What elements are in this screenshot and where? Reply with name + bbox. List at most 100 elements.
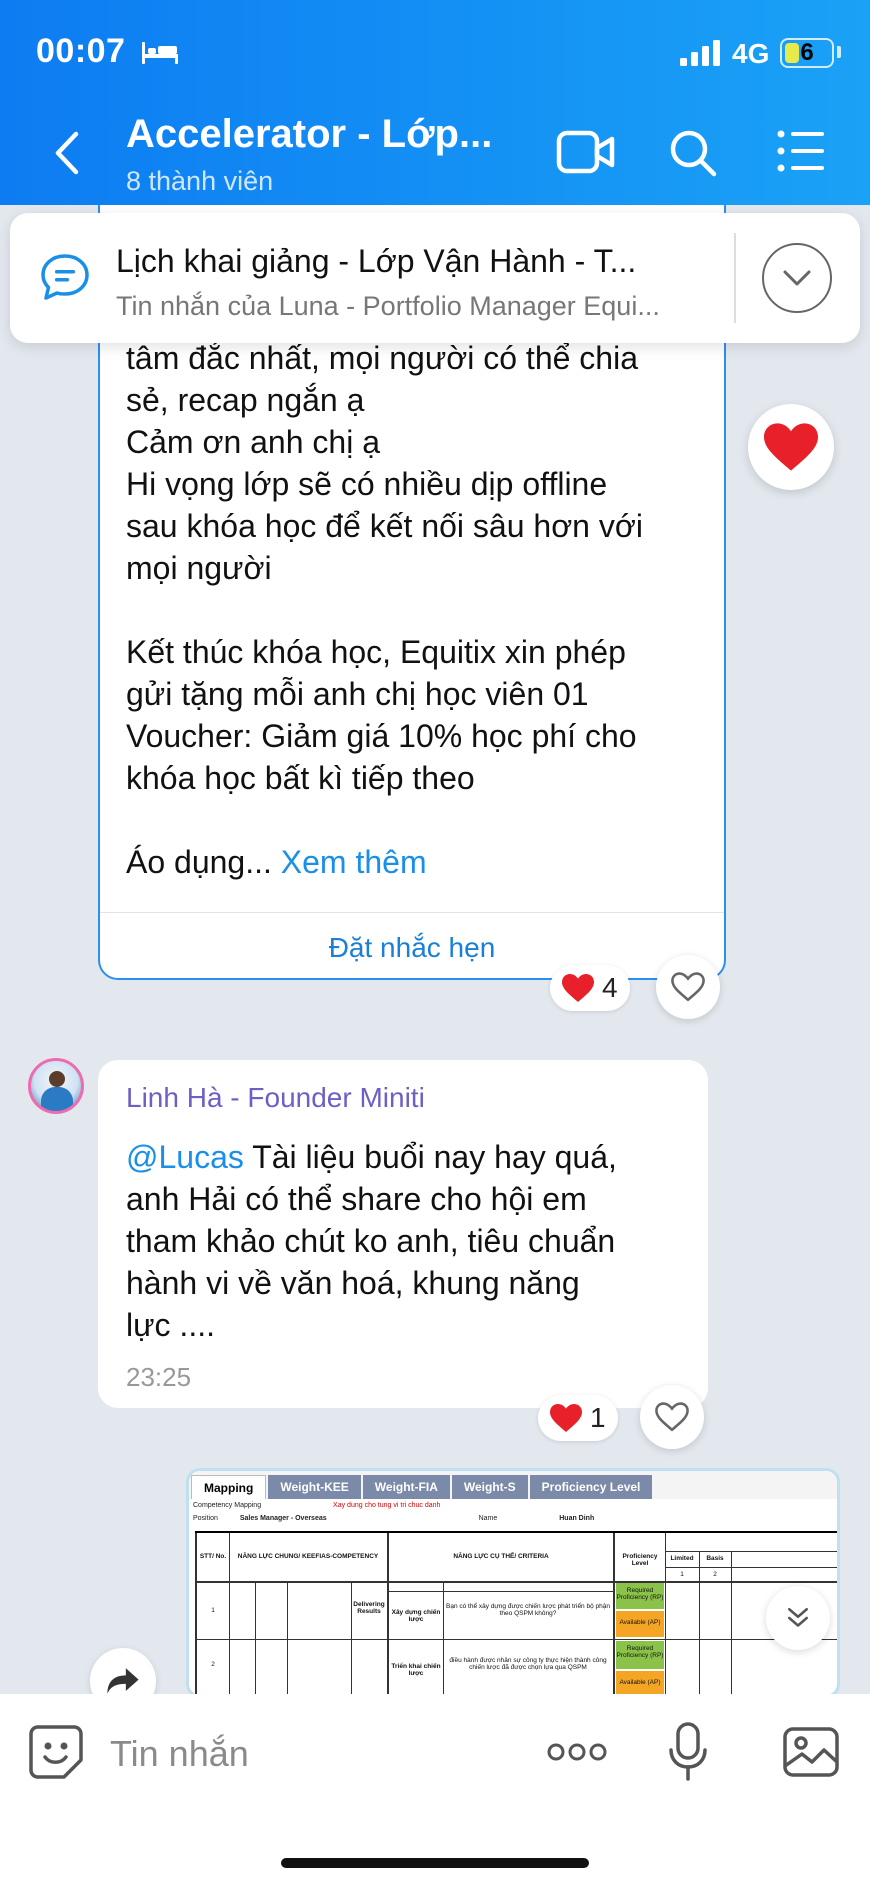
sheet-tab: Proficiency Level: [529, 1475, 653, 1499]
sender-avatar[interactable]: [28, 1058, 84, 1114]
sheet-tab: Weight-S: [451, 1475, 528, 1499]
sheet-header-cell: STT/ No.: [199, 1553, 227, 1560]
sheet-tab: Mapping: [191, 1475, 267, 1499]
message-line: tham khảo chút ko anh, tiêu chuẩn: [126, 1223, 616, 1259]
message-line: Cảm ơn anh chị ạ: [126, 424, 380, 460]
card-divider: [100, 912, 724, 913]
heart-outline-icon: [671, 972, 705, 1002]
heart-outline-icon: [655, 1402, 689, 1432]
message-line: anh Hải có thể share cho hội em: [126, 1181, 587, 1217]
sender-name[interactable]: Linh Hà - Founder Miniti: [126, 1082, 425, 1114]
reaction-summary[interactable]: 1: [538, 1395, 618, 1441]
message-line: mọi người: [126, 550, 272, 586]
pinned-subtitle: Tin nhắn của Luna - Portfolio Manager Eq…: [116, 291, 660, 321]
sheet-cell: 1: [680, 1571, 684, 1578]
message-line: Voucher: Giảm giá 10% học phí cho: [126, 718, 637, 754]
heart-reaction-icon[interactable]: [748, 404, 834, 490]
chat-bubble-icon: [41, 254, 89, 300]
emoji-sticker-icon[interactable]: [28, 1724, 84, 1780]
chevron-down-icon: [783, 270, 811, 286]
sheet-cell: Available (AP): [619, 1679, 661, 1686]
status-time: 00:07: [36, 32, 126, 70]
message-truncated-line: Áo dụng... Xem thêm: [126, 841, 706, 883]
sheet-row: Position Sales Manager - Overseas Name H…: [193, 1515, 594, 1522]
reaction-summary[interactable]: 4: [550, 965, 630, 1011]
search-icon[interactable]: [668, 128, 718, 178]
reminder-message-text: tâm đắc nhất, mọi người có thể chia sẻ, …: [126, 337, 706, 883]
heart-icon: [562, 974, 594, 1002]
scroll-to-bottom-button[interactable]: [766, 1586, 830, 1650]
mention-link[interactable]: @Lucas: [126, 1139, 244, 1175]
message-line: tâm đắc nhất, mọi người có thể chia: [126, 340, 638, 376]
sleep-mode-icon: [142, 42, 178, 64]
sheet-header-cell: NĂNG LỰC CHUNG/ KEEFIAS-COMPETENCY: [237, 1553, 379, 1560]
like-button[interactable]: [640, 1385, 704, 1449]
sheet-cell: 1: [211, 1607, 215, 1614]
message-text: @Lucas Tài liệu buổi nay hay quá, anh Hả…: [126, 1136, 686, 1346]
sheet-tab: Weight-KEE: [268, 1475, 361, 1499]
sheet-cell: 2: [713, 1571, 717, 1578]
share-arrow-icon: [107, 1668, 139, 1694]
sheet-cell: Bạn có thể xây dựng được chiến lược phát…: [446, 1603, 610, 1617]
list-icon[interactable]: [776, 128, 826, 174]
cellular-signal-icon: [680, 40, 720, 66]
sheet-cell: Delivering Results: [353, 1601, 385, 1615]
sheet-cell: 2: [211, 1661, 215, 1668]
message-line: gửi tặng mỗi anh chị học viên 01: [126, 676, 589, 712]
sheet-cell: Xây dựng chiến lược: [391, 1609, 441, 1623]
message-line: Hi vọng lớp sẽ có nhiều dịp offline: [126, 466, 608, 502]
battery-percent: 6: [800, 39, 814, 66]
sheet-tabs: Mapping Weight-KEE Weight-FIA Weight-S P…: [189, 1471, 837, 1499]
back-arrow-icon[interactable]: [48, 128, 88, 178]
set-reminder-button[interactable]: Đặt nhắc hẹn: [100, 932, 724, 964]
chat-header: 00:07 4G 6 Accelerator - Lớp... 8 thành …: [0, 0, 870, 205]
chat-title[interactable]: Accelerator - Lớp...: [126, 112, 492, 157]
message-line: @Lucas Tài liệu buổi nay hay quá,: [126, 1136, 686, 1178]
sheet-value: Sales Manager - Overseas: [239, 1515, 327, 1522]
network-type: 4G: [732, 38, 770, 69]
home-indicator: [281, 1858, 589, 1868]
pinned-divider: [734, 233, 736, 323]
sheet-label: Name: [478, 1515, 498, 1522]
message-line: lực ....: [126, 1307, 215, 1343]
message-input[interactable]: [110, 1724, 510, 1784]
member-count[interactable]: 8 thành viên: [126, 166, 273, 197]
message-line: sẻ, recap ngắn ạ: [126, 382, 365, 418]
sheet-header-cell: Limited: [670, 1555, 694, 1562]
text-message-card[interactable]: Linh Hà - Founder Miniti @Lucas Tài liệu…: [98, 1060, 708, 1408]
double-chevron-down-icon: [788, 1608, 808, 1627]
heart-icon: [550, 1404, 582, 1432]
sheet-red-note: Xay dung cho tung vi tri chuc danh: [333, 1502, 441, 1509]
sheet-header-cell: Basis: [706, 1555, 724, 1562]
spreadsheet-image-message[interactable]: Mapping Weight-KEE Weight-FIA Weight-S P…: [186, 1468, 840, 1698]
sheet-row: Competency Mapping Xay dung cho tung vi …: [193, 1502, 440, 1509]
message-input-bar: [0, 1694, 870, 1884]
truncated-text: Áo dụng...: [126, 844, 281, 880]
sheet-label: Competency Mapping: [193, 1502, 262, 1509]
message-line: sau khóa học để kết nối sâu hơn với: [126, 508, 643, 544]
microphone-icon[interactable]: [668, 1722, 708, 1782]
sheet-label: Position: [193, 1515, 218, 1522]
message-timestamp: 23:25: [126, 1362, 192, 1392]
sheet-cell: Triển khai chiến lược: [391, 1663, 441, 1677]
battery-icon: 6: [780, 38, 834, 68]
expand-pinned-button[interactable]: [762, 243, 832, 313]
image-gallery-icon[interactable]: [782, 1726, 840, 1778]
message-line-text: Tài liệu buổi nay hay quá,: [243, 1139, 617, 1175]
message-line: Kết thúc khóa học, Equitix xin phép: [126, 634, 626, 670]
sheet-value: Huan Dinh: [559, 1515, 595, 1522]
pinned-title: Lịch khai giảng - Lớp Vận Hành - T...: [116, 243, 637, 279]
reaction-count: 4: [602, 972, 618, 1003]
sheet-header-cell: Proficiency Level: [622, 1553, 658, 1567]
message-line: hành vi về văn hoá, khung năng: [126, 1265, 580, 1301]
sheet-cell: Required Proficiency (RP): [616, 1645, 664, 1659]
sheet-cell: điều hành được nhân sự công ty thực hiện…: [449, 1657, 607, 1671]
sheet-header-cell: NĂNG LỰC CỤ THỂ/ CRITERIA: [453, 1553, 549, 1560]
see-more-link[interactable]: Xem thêm: [281, 844, 427, 880]
video-call-icon[interactable]: [556, 128, 616, 176]
like-button[interactable]: [656, 955, 720, 1019]
sheet-tab: Weight-FIA: [362, 1475, 450, 1499]
reaction-count: 1: [590, 1402, 606, 1433]
pinned-message-bar[interactable]: Lịch khai giảng - Lớp Vận Hành - T... Ti…: [10, 213, 860, 343]
more-options-icon[interactable]: [546, 1742, 608, 1762]
